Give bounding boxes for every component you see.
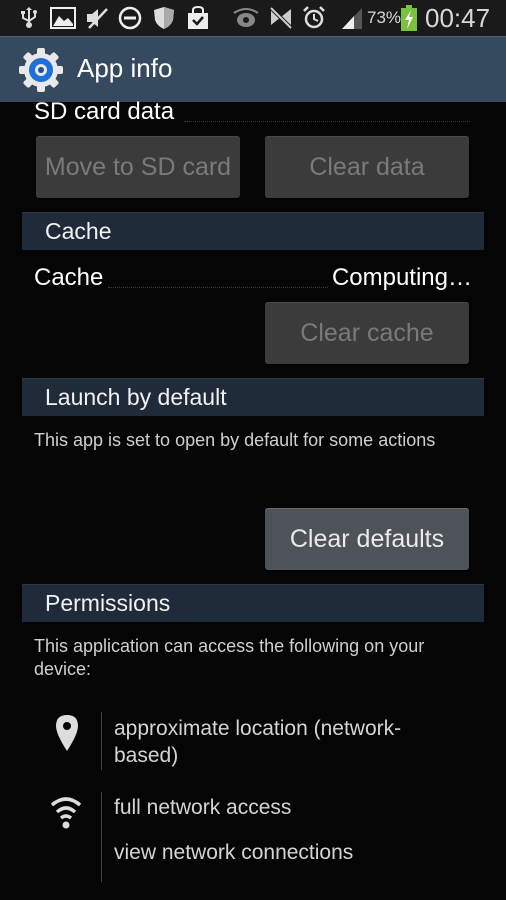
sd-card-data-label: SD card data xyxy=(34,98,175,125)
clear-defaults-button[interactable]: Clear defaults xyxy=(265,508,469,570)
battery-charging-icon xyxy=(400,5,418,31)
shield-icon xyxy=(152,6,176,30)
section-title: Cache xyxy=(45,218,112,244)
clear-data-button[interactable]: Clear data xyxy=(265,136,469,198)
move-to-sd-card-button[interactable]: Move to SD card xyxy=(36,136,240,198)
permission-item: approximate location (network-based) xyxy=(114,717,402,767)
permission-item: full network access xyxy=(114,796,292,819)
vibrate-off-icon xyxy=(268,6,294,30)
permission-divider xyxy=(101,792,102,882)
cache-value: Computing… xyxy=(331,264,472,291)
section-header-cache: Cache xyxy=(22,212,484,250)
do-not-disturb-icon xyxy=(117,6,143,30)
section-header-permissions: Permissions xyxy=(22,584,484,622)
smart-stay-eye-icon xyxy=(232,6,260,30)
launch-description: This app is set to open by default for s… xyxy=(34,430,436,450)
permission-item: view network connections xyxy=(114,841,354,864)
clear-cache-button[interactable]: Clear cache xyxy=(265,302,469,364)
settings-gear-icon[interactable] xyxy=(18,47,64,93)
mute-icon xyxy=(85,6,111,30)
alarm-icon xyxy=(302,6,326,30)
page-title: App info xyxy=(77,53,173,83)
section-header-launch-by-default: Launch by default xyxy=(22,378,484,416)
section-title: Permissions xyxy=(45,590,171,616)
clock: 00:47 xyxy=(425,3,491,33)
status-bar: 73% 00:47 xyxy=(0,0,506,36)
usb-icon xyxy=(18,6,40,30)
gallery-icon xyxy=(50,6,76,30)
permissions-description: This application can access the followin… xyxy=(34,636,425,679)
shopping-bag-check-icon xyxy=(186,6,210,30)
divider xyxy=(184,121,470,122)
permission-divider xyxy=(101,712,102,770)
wifi-icon xyxy=(50,795,82,836)
battery-percent: 73% xyxy=(367,8,402,27)
signal-icon xyxy=(340,6,364,30)
section-title: Launch by default xyxy=(45,384,227,410)
action-bar: App info xyxy=(0,36,506,102)
location-pin-icon xyxy=(54,714,80,757)
cache-label: Cache xyxy=(34,264,104,291)
divider xyxy=(108,287,328,288)
